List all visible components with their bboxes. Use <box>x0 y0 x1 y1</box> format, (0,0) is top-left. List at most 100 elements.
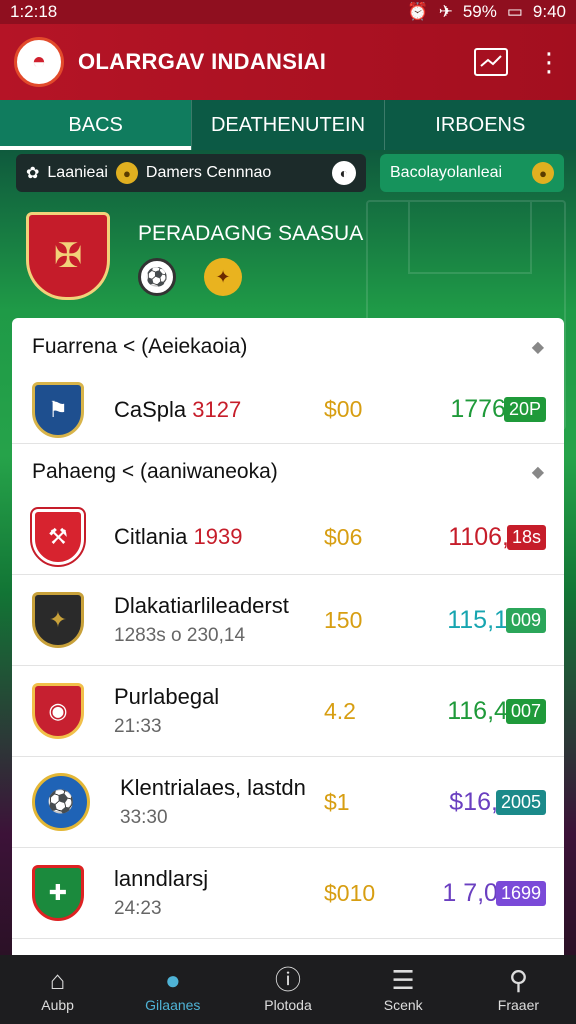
list-item[interactable]: ✚ lanndlarsj 24:23 $010 1 7,0 1699 <box>12 848 564 939</box>
section-title: Fuarrena < (Aeiekaoia) <box>32 335 248 358</box>
status-badge: 009 <box>505 607 546 633</box>
right-value: 1106, 18s <box>448 523 546 552</box>
expand-icon[interactable]: ◆ <box>532 462 544 482</box>
nav-item-fraaer[interactable]: ⚲ Fraaer <box>461 955 576 1024</box>
section-header[interactable]: Fuarrena < (Aeiekaoia) ◆ <box>12 318 564 376</box>
app-bar: ◓ OLARRGAV INDANSIAI ⋮ <box>0 24 576 100</box>
team-name: CaSpla 3127 <box>114 397 344 423</box>
search-icon: ● <box>164 964 181 995</box>
section-title: Pahaeng < (aaniwaneoka) <box>32 460 278 483</box>
list-item[interactable]: ⚑ CaSpla 3127 $00 1776 20P <box>12 376 564 444</box>
right-number: 1776 <box>450 395 506 423</box>
tab-deathenutein[interactable]: DEATHENUTEIN <box>191 100 383 150</box>
club-icon: ✿ <box>26 165 40 182</box>
team-crest: ✚ <box>32 865 84 921</box>
app-logo: ◓ <box>14 37 64 87</box>
nav-item-gilaanes[interactable]: ● Gilaanes <box>115 955 230 1024</box>
alarm-icon: ⏰ <box>407 2 429 21</box>
league-crest: ✠ <box>26 212 110 300</box>
wifi-icon: ✈ <box>438 2 453 21</box>
battery-text: 59% <box>462 2 497 21</box>
mid-value: 150 <box>324 606 363 633</box>
list-item[interactable]: ⚒ Citlania 1939 $06 1106, 18s <box>12 500 564 575</box>
team-subtitle: 1283s o 230,14 <box>114 625 246 646</box>
right-number: $16, <box>449 787 498 816</box>
status-badge: 20P <box>503 397 546 422</box>
filter-right: Bacolayolanleai <box>390 164 503 181</box>
right-value: 1 7,0 1699 <box>442 879 546 908</box>
list-icon: ☰ <box>391 964 415 995</box>
status-badge: 1699 <box>495 880 546 906</box>
tab-label: DEATHENUTEIN <box>210 113 366 136</box>
team-name-text: CaSpla <box>114 396 187 422</box>
status-badge: 2005 <box>495 789 546 815</box>
nav-label: Gilaanes <box>145 996 201 1013</box>
filter-chip-left[interactable]: ✿ Laanieai ● Damers Cennnao ◐ <box>16 154 366 192</box>
standings-card: Fuarrena < (Aeiekaoia) ◆ ⚑ CaSpla 3127 $… <box>12 318 564 958</box>
nav-item-scenk[interactable]: ☰ Scenk <box>346 955 461 1024</box>
list-item[interactable]: ✦ Dlakatiarlileaderst 1283s o 230,14 150… <box>12 575 564 666</box>
tab-irboens[interactable]: IRBOENS <box>383 100 576 150</box>
right-number: 116,4 <box>447 696 508 725</box>
team-name: Dlakatiarlileaderst <box>114 593 289 618</box>
coin-icon: ● <box>115 162 138 184</box>
team-crest: ⚑ <box>32 381 84 438</box>
more-options-icon[interactable]: ⋮ <box>536 49 562 75</box>
league-badge-icon[interactable]: ⚽ <box>138 258 176 296</box>
status-bar: 1:2:18 ⏰ ✈ 59% ▭ 9:40 <box>0 0 576 24</box>
expand-icon[interactable]: ◆ <box>532 337 544 357</box>
team-crest: ✦ <box>32 592 84 648</box>
tab-label: BACS <box>68 113 123 136</box>
nav-label: Plotoda <box>264 996 312 1013</box>
tab-label: IRBOENS <box>435 113 526 136</box>
team-name: Citlania 1939 <box>114 524 344 550</box>
right-number: 1 7,0 <box>442 878 498 907</box>
team-crest: ⚽ <box>32 773 90 831</box>
nav-label: Scenk <box>383 996 423 1013</box>
team-name-text: Citlania <box>114 524 188 549</box>
section-header[interactable]: Pahaeng < (aaniwaneoka) ◆ <box>12 444 564 500</box>
team-name: lanndlarsj <box>114 866 209 891</box>
mid-value: $06 <box>324 523 363 550</box>
mid-value: $00 <box>324 396 363 422</box>
home-icon: ⌂ <box>49 964 66 995</box>
tab-bacs[interactable]: BACS <box>0 100 192 150</box>
nav-label: Aubp <box>41 996 74 1013</box>
toggle-icon[interactable]: ◐ <box>332 161 356 185</box>
team-crest: ◉ <box>32 683 84 739</box>
list-item[interactable]: ⚽ Klentrialaes, lastdn 33:30 $1 $16, 200… <box>12 757 564 848</box>
right-value: 115,1 009 <box>447 606 546 635</box>
status-badge: 18s <box>506 524 546 550</box>
status-badge: 007 <box>505 698 546 724</box>
app-title: OLARRGAV INDANSIAI <box>78 49 327 74</box>
right-number: 1106, <box>448 522 509 551</box>
right-value: $16, 2005 <box>449 788 546 817</box>
team-subtitle: 24:23 <box>114 898 162 919</box>
right-number: 115,1 <box>447 605 508 634</box>
nav-label: Fraaer <box>497 996 540 1013</box>
main-tabs: BACS DEATHENUTEIN IRBOENS <box>0 100 576 150</box>
bottom-nav: ⌂ Aubp ● Gilaanes ⓘ Plotoda ☰ Scenk ⚲ Fr… <box>0 955 576 1024</box>
battery-icon: ▭ <box>506 2 523 21</box>
mid-value: $010 <box>324 879 376 906</box>
filter-row: ✿ Laanieai ● Damers Cennnao ◐ Bacolayola… <box>16 154 564 192</box>
team-crest: ⚒ <box>30 507 86 567</box>
coin-icon: ● <box>532 162 554 184</box>
right-value: 116,4 007 <box>447 697 546 726</box>
nav-item-aubp[interactable]: ⌂ Aubp <box>0 955 115 1024</box>
right-value: 1776 20P <box>450 395 546 424</box>
team-name: Purlabegal <box>114 684 220 709</box>
team-name: Klentrialaes, lastdn <box>120 775 306 800</box>
filter-chip-right[interactable]: Bacolayolanleai ● <box>380 154 564 192</box>
status-time: 1:2:18 <box>10 2 58 21</box>
team-number: 3127 <box>192 396 242 422</box>
team-subtitle: 21:33 <box>114 716 162 737</box>
mid-value: 4.2 <box>324 697 356 724</box>
team-number: 1939 <box>193 524 243 549</box>
nav-item-plotoda[interactable]: ⓘ Plotoda <box>230 955 345 1024</box>
garuda-badge-icon[interactable]: ✦ <box>204 258 242 296</box>
chart-icon[interactable] <box>474 48 508 76</box>
filter-left-a: Laanieai <box>47 164 108 181</box>
list-item[interactable]: ◉ Purlabegal 21:33 4.2 116,4 007 <box>12 666 564 757</box>
profile-icon: ⚲ <box>508 964 528 995</box>
